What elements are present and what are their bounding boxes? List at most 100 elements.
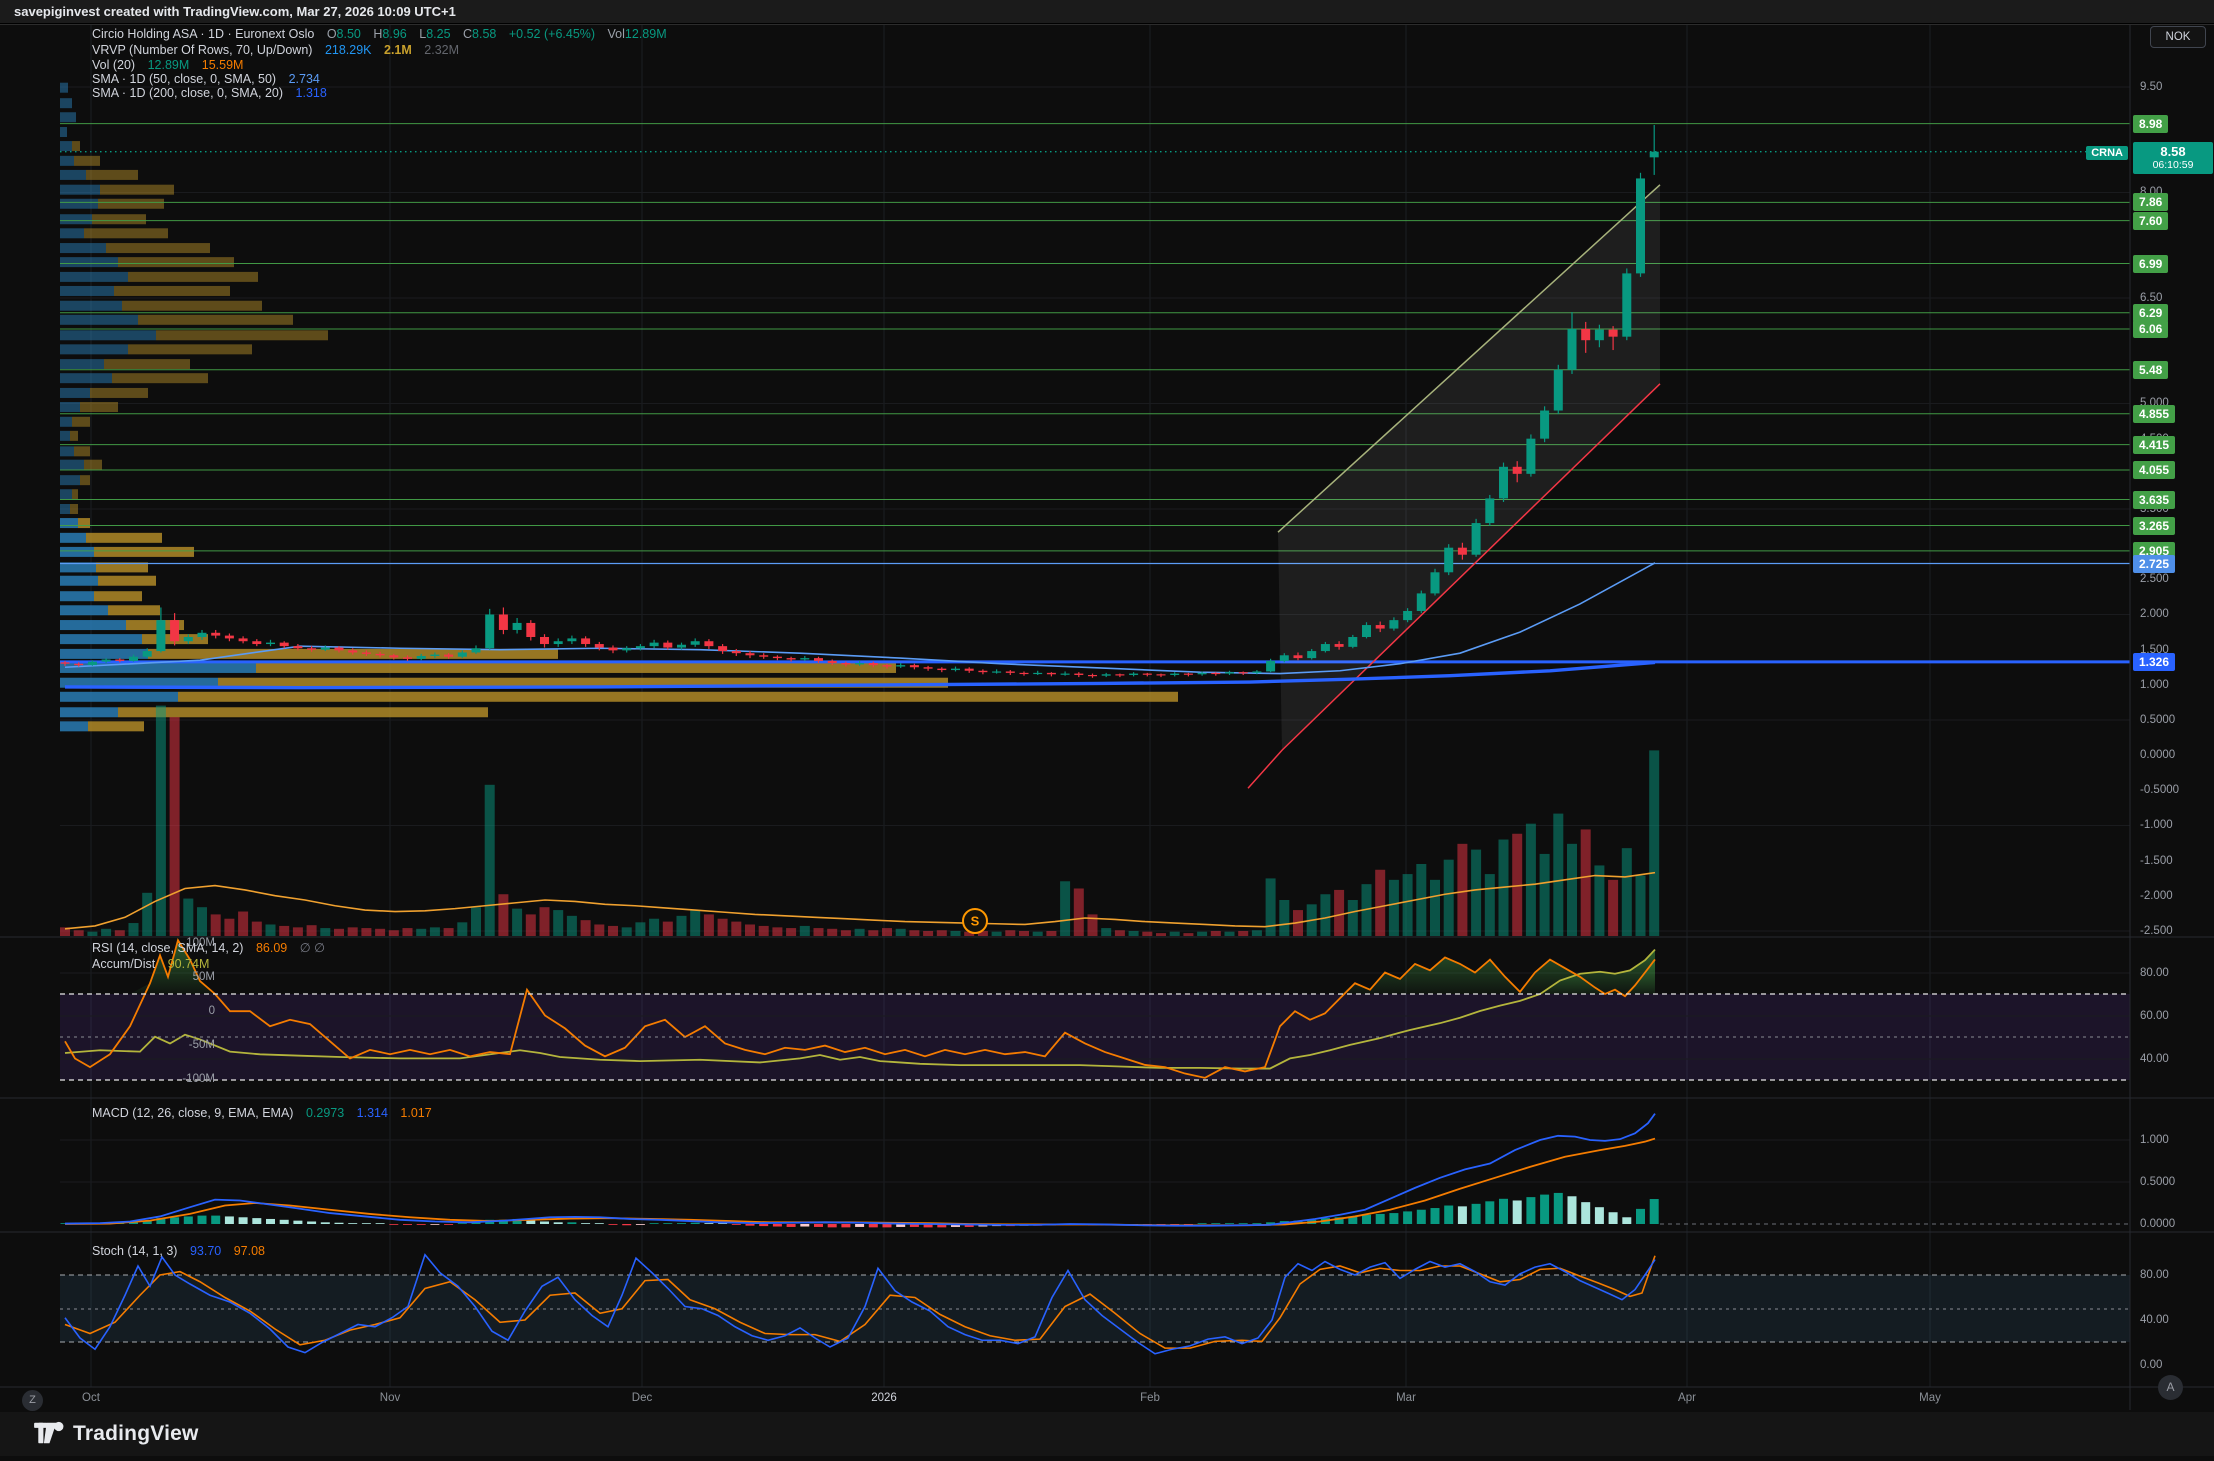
volume-bar — [909, 930, 919, 936]
volume-bar — [649, 919, 659, 936]
vrvp-up-bar — [60, 446, 74, 456]
macd-histogram-bar — [348, 1223, 357, 1224]
price-level-badge: 4.055 — [2133, 461, 2175, 479]
volume-bar — [1266, 878, 1276, 936]
volume-bar — [1581, 829, 1591, 936]
volume-bar — [1348, 900, 1358, 936]
macd-histogram-bar — [1458, 1206, 1467, 1224]
price-level-badge: 4.415 — [2133, 436, 2175, 454]
macd-hist-value: 0.2973 — [306, 1106, 344, 1120]
volume-bar — [444, 928, 454, 936]
volume-bar — [1142, 932, 1152, 936]
macd-histogram-bar — [1431, 1208, 1440, 1224]
macd-histogram-bar — [1650, 1199, 1659, 1224]
time-axis-label: Dec — [632, 1392, 652, 1404]
volume-bar — [608, 926, 618, 936]
volume-bar — [1403, 874, 1413, 936]
tradingview-logo[interactable]: TradingView — [34, 1420, 199, 1447]
volume-bar — [457, 922, 467, 936]
volume-name: Vol (20) — [92, 58, 135, 72]
macd-histogram-bar — [1499, 1199, 1508, 1224]
volume-bar — [937, 930, 947, 936]
macd-histogram-bar — [1513, 1200, 1522, 1224]
vrvp-down-bar — [118, 707, 488, 717]
macd-histogram-bar — [266, 1219, 275, 1224]
rsi-value: 86.09 — [256, 941, 287, 955]
timezone-button[interactable]: Z — [22, 1390, 43, 1411]
vrvp-up-bar — [60, 344, 128, 354]
chart-canvas[interactable]: S — [0, 0, 2214, 1456]
volume-bar — [1320, 894, 1330, 936]
macd-histogram-bar — [1417, 1210, 1426, 1224]
macd-histogram-bar — [800, 1224, 809, 1227]
vrvp-up-bar — [60, 301, 122, 311]
volume-bar — [197, 907, 207, 936]
volume-bar — [1279, 900, 1289, 936]
macd-histogram-bar — [677, 1223, 686, 1224]
volume-bar — [389, 930, 399, 936]
auto-scale-button[interactable]: A — [2158, 1375, 2183, 1400]
macd-name: MACD (12, 26, close, 9, EMA, EMA) — [92, 1106, 293, 1120]
macd-tick-label: 0.5000 — [2140, 1175, 2175, 1189]
volume-bar — [814, 928, 824, 936]
vrvp-down-bar — [88, 721, 144, 731]
volume-bar — [1033, 932, 1043, 936]
vrvp-up-bar — [60, 330, 156, 340]
currency-toggle-button[interactable]: NOK — [2150, 26, 2206, 48]
macd-tick-label: 0.0000 — [2140, 1217, 2175, 1231]
sma50-legend[interactable]: SMA · 1D (50, close, 0, SMA, 50) 2.734 — [92, 72, 320, 87]
vrvp-up-bar — [60, 127, 67, 137]
macd-histogram-bar — [1609, 1212, 1618, 1224]
attribution-text: savepiginvest created with TradingView.c… — [14, 4, 456, 19]
last-price: 8.58 — [2137, 144, 2209, 159]
price-tick-label: 9.50 — [2140, 80, 2162, 94]
volume-bar — [1389, 880, 1399, 936]
volume-bar — [540, 907, 550, 936]
volume-bar — [1238, 931, 1248, 936]
macd-legend[interactable]: MACD (12, 26, close, 9, EMA, EMA) 0.2973… — [92, 1106, 432, 1121]
last-price-countdown-badge: 8.58 06:10:59 — [2133, 142, 2213, 174]
volume-bar — [622, 927, 632, 936]
volume-bar — [1608, 880, 1618, 936]
rsi-tick-label: 80.00 — [2140, 966, 2169, 980]
volume-bar — [403, 928, 413, 936]
volume-bar — [759, 926, 769, 936]
volume-legend[interactable]: Vol (20) 12.89M 15.59M — [92, 58, 243, 73]
volume-bar — [1170, 932, 1180, 936]
vrvp-down-bar — [84, 460, 102, 470]
rsi-legend[interactable]: RSI (14, close, SMA, 14, 2) 86.09 ∅ ∅ — [92, 941, 325, 956]
macd-histogram-bar — [239, 1217, 248, 1224]
vrvp-up-bar — [60, 141, 72, 151]
vrvp-up-bar — [60, 721, 88, 731]
vrvp-up-bar — [60, 286, 114, 296]
accdist-legend[interactable]: Accum/Dist 90.74M — [92, 957, 209, 972]
sma200-legend[interactable]: SMA · 1D (200, close, 0, SMA, 20) 1.318 — [92, 86, 327, 101]
vrvp-up-bar — [60, 489, 72, 499]
vrvp-legend[interactable]: VRVP (Number Of Rows, 70, Up/Down) 218.2… — [92, 43, 459, 58]
macd-histogram-bar — [376, 1223, 385, 1224]
volume-bar — [252, 922, 262, 936]
volume-bar — [567, 916, 577, 936]
vrvp-up-bar — [60, 199, 98, 209]
price-level-badge: 3.635 — [2133, 491, 2175, 509]
vrvp-down-bar — [80, 402, 118, 412]
macd-histogram-bar — [335, 1223, 344, 1224]
macd-histogram-bar — [1403, 1211, 1412, 1224]
vrvp-up-bar — [60, 475, 80, 485]
footer-bar: TradingView — [0, 1412, 2214, 1456]
symbol-legend[interactable]: Circio Holding ASA · 1D · Euronext Oslo … — [92, 27, 667, 42]
price-level-badge: 7.86 — [2133, 193, 2168, 211]
volume-bar — [238, 912, 248, 936]
macd-histogram-bar — [321, 1222, 330, 1224]
volume-bar — [142, 893, 152, 936]
vrvp-value-2: 2.1M — [384, 43, 412, 57]
macd-histogram-bar — [1198, 1223, 1207, 1224]
macd-histogram-bar — [554, 1222, 563, 1224]
stoch-tick-label: 0.00 — [2140, 1358, 2162, 1372]
macd-signal-value: 1.017 — [400, 1106, 431, 1120]
macd-histogram-bar — [252, 1218, 261, 1224]
macd-histogram-bar — [746, 1224, 755, 1226]
vrvp-value-1: 218.29K — [325, 43, 372, 57]
vrvp-up-bar — [60, 605, 108, 615]
stoch-legend[interactable]: Stoch (14, 1, 3) 93.70 97.08 — [92, 1244, 265, 1259]
